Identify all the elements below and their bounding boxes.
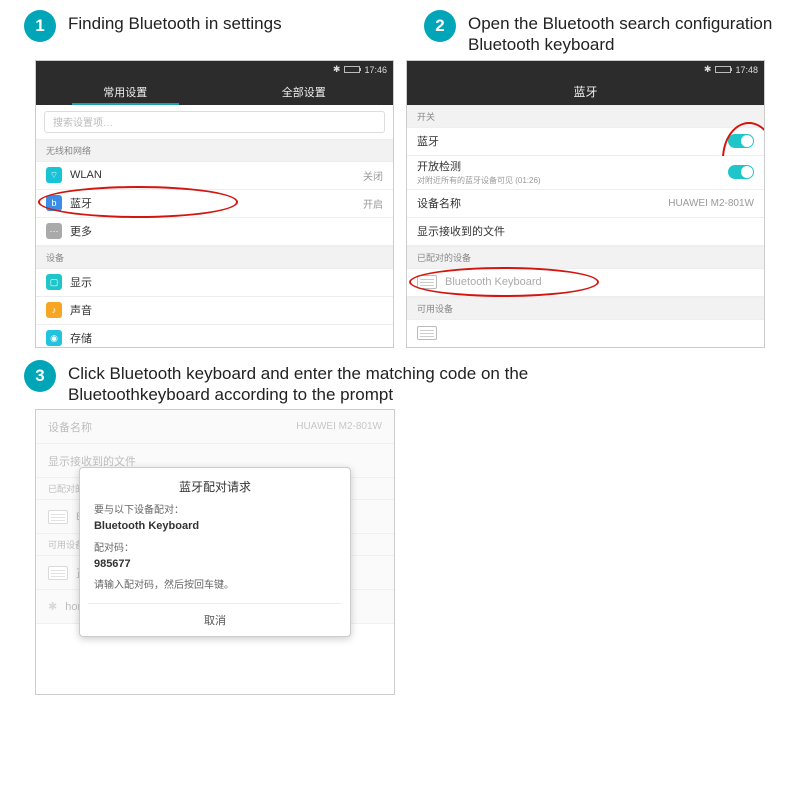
pair-device-name: Bluetooth Keyboard <box>94 518 336 535</box>
row-paired-device[interactable]: Bluetooth Keyboard <box>407 269 764 297</box>
step-2-title: Open the Bluetooth search configuration … <box>468 10 772 56</box>
storage-label: 存储 <box>70 330 383 346</box>
status-bar: ✱ 17:48 <box>407 61 764 79</box>
bluetooth-icon: ✱ <box>333 64 341 75</box>
dialog-title: 蓝牙配对请求 <box>80 478 350 495</box>
status-time: 17:46 <box>364 65 387 75</box>
storage-icon: ◉ <box>46 330 62 346</box>
pair-with-label: 要与以下设备配对： <box>94 503 336 518</box>
keyboard-icon <box>417 326 437 340</box>
row-received-files[interactable]: 显示接收到的文件 <box>407 218 764 246</box>
pair-code: 985677 <box>94 556 336 573</box>
display-label: 显示 <box>70 274 383 290</box>
section-switch: 开关 <box>407 105 764 128</box>
sound-label: 声音 <box>70 302 383 318</box>
row-more[interactable]: ⋯ 更多 <box>36 218 393 246</box>
bluetooth-value: 开启 <box>363 196 383 211</box>
screenshot-bluetooth: ✱ 17:48 蓝牙 开关 蓝牙 开放检测 对附近所有的蓝牙设备可见 (01:2… <box>406 60 765 348</box>
settings-tabs: 常用设置 全部设置 <box>36 79 393 105</box>
step-3-title: Click Bluetooth keyboard and enter the m… <box>68 360 528 406</box>
row-bt-toggle[interactable]: 蓝牙 <box>407 128 764 156</box>
screenshot-settings: ✱ 17:46 常用设置 全部设置 搜索设置项… 无线和网络 ⌔ WLAN 关闭… <box>35 60 394 348</box>
bluetooth-icon: ✱ <box>704 64 712 75</box>
bluetooth-label: 蓝牙 <box>70 195 363 211</box>
devname-value: HUAWEI M2-801W <box>668 198 754 209</box>
tab-all-settings[interactable]: 全部设置 <box>215 79 394 105</box>
section-wireless: 无线和网络 <box>36 139 393 162</box>
sound-icon: ♪ <box>46 302 62 318</box>
row-bluetooth[interactable]: b 蓝牙 开启 <box>36 190 393 218</box>
step-1-title: Finding Bluetooth in settings <box>68 10 282 34</box>
battery-icon <box>715 66 731 73</box>
row-detect-toggle[interactable]: 开放检测 对附近所有的蓝牙设备可见 (01:26) <box>407 156 764 190</box>
pair-code-label: 配对码： <box>94 541 336 556</box>
detect-label: 开放检测 <box>417 158 728 174</box>
pairing-dialog-overlay: 蓝牙配对请求 要与以下设备配对： Bluetooth Keyboard 配对码：… <box>36 410 394 694</box>
pair-instruction: 请输入配对码，然后按回车键。 <box>94 578 336 593</box>
bt-toggle[interactable] <box>728 134 754 148</box>
section-device: 设备 <box>36 246 393 269</box>
section-available: 可用设备 <box>407 297 764 320</box>
tab-common-settings[interactable]: 常用设置 <box>36 79 215 105</box>
step-number-1: 1 <box>24 10 56 42</box>
wlan-value: 关闭 <box>363 168 383 183</box>
step-number-3: 3 <box>24 360 56 392</box>
detect-sub: 对附近所有的蓝牙设备可见 (01:26) <box>417 175 728 186</box>
section-paired: 已配对的设备 <box>407 246 764 269</box>
status-bar: ✱ 17:46 <box>36 61 393 79</box>
row-sound[interactable]: ♪ 声音 <box>36 297 393 325</box>
status-time: 17:48 <box>735 65 758 75</box>
recv-label: 显示接收到的文件 <box>417 223 754 239</box>
screenshot-pairing: 设备名称 HUAWEI M2-801W 显示接收到的文件 已配对的设备 Blue… <box>35 409 395 695</box>
devname-label: 设备名称 <box>417 195 668 211</box>
row-available-device[interactable] <box>407 320 764 348</box>
cancel-button[interactable]: 取消 <box>88 603 342 636</box>
row-storage[interactable]: ◉ 存储 <box>36 325 393 348</box>
bt-toggle-label: 蓝牙 <box>417 133 728 149</box>
paired-device-label: Bluetooth Keyboard <box>445 276 754 288</box>
more-icon: ⋯ <box>46 223 62 239</box>
search-input[interactable]: 搜索设置项… <box>44 111 385 133</box>
battery-icon <box>344 66 360 73</box>
page-title-bluetooth: 蓝牙 <box>407 79 764 105</box>
bluetooth-icon: b <box>46 195 62 211</box>
wlan-label: WLAN <box>70 169 363 181</box>
row-display[interactable]: ▢ 显示 <box>36 269 393 297</box>
wifi-icon: ⌔ <box>46 167 62 183</box>
keyboard-icon <box>417 275 437 289</box>
step-number-2: 2 <box>424 10 456 42</box>
detect-toggle[interactable] <box>728 165 754 179</box>
row-wlan[interactable]: ⌔ WLAN 关闭 <box>36 162 393 190</box>
row-device-name[interactable]: 设备名称 HUAWEI M2-801W <box>407 190 764 218</box>
more-label: 更多 <box>70 223 383 239</box>
display-icon: ▢ <box>46 274 62 290</box>
pairing-dialog: 蓝牙配对请求 要与以下设备配对： Bluetooth Keyboard 配对码：… <box>79 467 351 637</box>
